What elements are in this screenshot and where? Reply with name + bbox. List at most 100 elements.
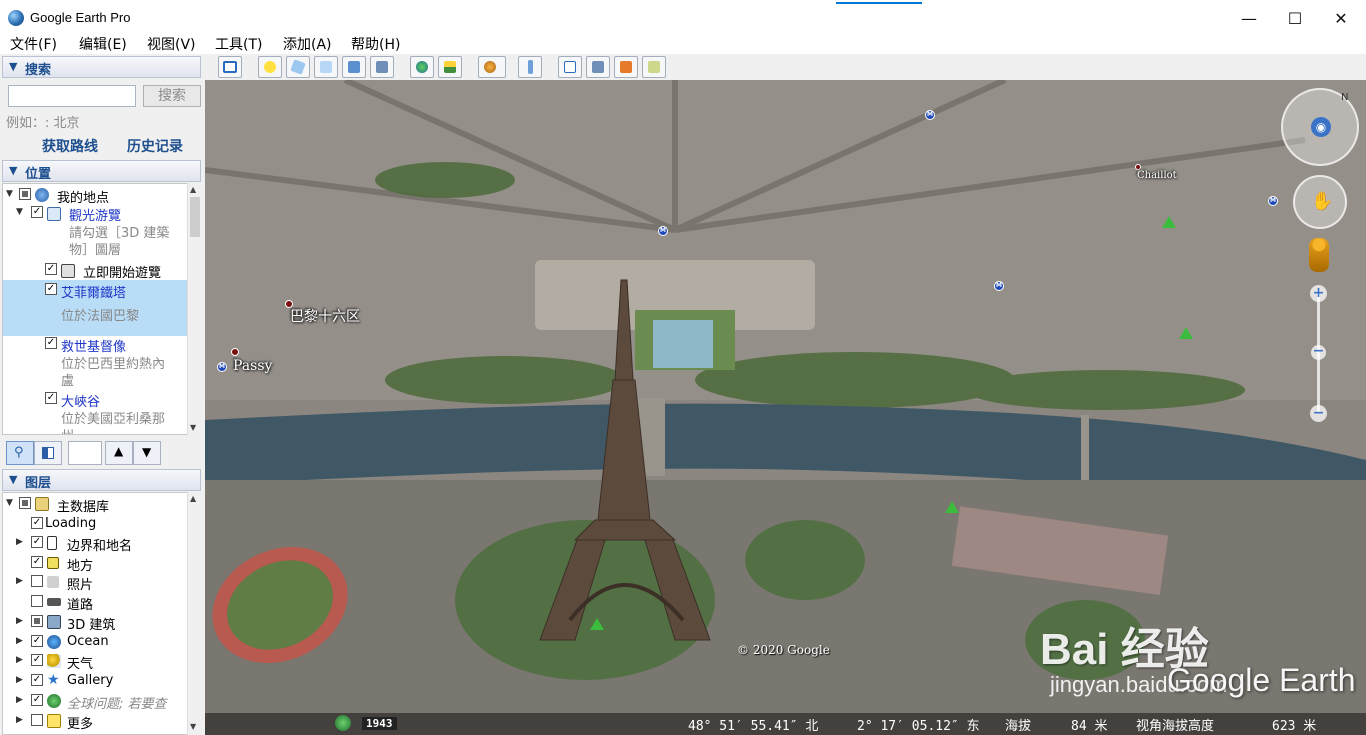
move-control[interactable]: ✋ <box>1293 175 1347 229</box>
maximize-button[interactable]: ☐ <box>1272 2 1318 34</box>
checkbox[interactable] <box>31 714 43 726</box>
add-image-overlay-button[interactable] <box>342 56 366 78</box>
menu-view[interactable]: 视图(V) <box>147 34 196 54</box>
places-scrollbar[interactable]: ▲ ▼ <box>187 183 201 435</box>
expand-arrow-icon[interactable]: ▶ <box>16 636 23 646</box>
expand-arrow-icon[interactable]: ▶ <box>16 655 23 665</box>
search-input[interactable] <box>8 85 136 107</box>
layer-more[interactable]: ▶ 更多 <box>3 712 187 732</box>
planets-button[interactable] <box>478 56 506 78</box>
toggle-panel-button[interactable] <box>34 441 62 465</box>
checkbox[interactable] <box>31 575 43 587</box>
expand-arrow-icon[interactable]: ▶ <box>16 616 23 626</box>
3d-model-marker-icon[interactable] <box>1179 327 1193 339</box>
scroll-down-icon[interactable]: ▼ <box>190 722 196 731</box>
scroll-down-icon[interactable]: ▼ <box>190 423 196 432</box>
zoom-in-button[interactable]: + <box>1310 285 1327 302</box>
earth-3d-view[interactable]: 巴黎十六区 M Passy Chaillot M M M M © 2020 Go… <box>205 80 1366 735</box>
expand-arrow-icon[interactable]: ▶ <box>16 695 23 705</box>
layer-loading[interactable]: ✓ Loading <box>3 515 187 534</box>
checkbox[interactable] <box>19 188 31 200</box>
sidebar-toggle-button[interactable] <box>218 56 242 78</box>
move-down-button[interactable]: ▼ <box>133 441 161 465</box>
tree-item-start-tour[interactable]: ✓ 立即開始遊覽 <box>3 261 187 281</box>
collapse-arrow-icon[interactable]: ▼ <box>6 189 13 199</box>
menu-add[interactable]: 添加(A) <box>283 34 332 54</box>
email-button[interactable] <box>558 56 582 78</box>
checkbox[interactable]: ✓ <box>31 674 43 686</box>
checkbox[interactable]: ✓ <box>31 517 43 529</box>
layer-photos[interactable]: ▶ 照片 <box>3 573 187 593</box>
tree-item-grand-canyon[interactable]: ✓ 大峽谷 <box>3 390 187 410</box>
layers-scrollbar[interactable]: ▲ ▼ <box>187 492 201 735</box>
checkbox[interactable]: ✓ <box>45 392 57 404</box>
collapse-arrow-icon[interactable]: ▼ <box>16 207 23 217</box>
tree-item-eiffel[interactable]: ✓ 艾菲爾鐵塔 <box>3 281 187 301</box>
move-up-button[interactable]: ▲ <box>105 441 133 465</box>
zoom-slider-thumb[interactable]: − <box>1311 344 1326 360</box>
get-directions-link[interactable]: 获取路线 <box>42 136 98 156</box>
places-panel-header[interactable]: ▼ 位置 <box>2 160 201 182</box>
close-button[interactable]: ✕ <box>1318 2 1364 34</box>
minimize-button[interactable]: — <box>1226 2 1272 34</box>
placemark-passy[interactable] <box>231 348 239 356</box>
checkbox[interactable]: ✓ <box>31 206 43 218</box>
record-tour-button[interactable] <box>370 56 394 78</box>
3d-model-marker-icon[interactable] <box>1162 216 1176 228</box>
checkbox[interactable] <box>31 595 43 607</box>
menu-file[interactable]: 文件(F) <box>10 34 57 54</box>
3d-model-marker-icon[interactable] <box>945 501 959 513</box>
zoom-out-button[interactable]: − <box>1310 405 1327 422</box>
layer-borders[interactable]: ▶ ✓ 边界和地名 <box>3 534 187 554</box>
layer-roads[interactable]: 道路 <box>3 593 187 613</box>
layers-panel-header[interactable]: ▼ 图层 <box>2 469 201 491</box>
ruler-button[interactable] <box>518 56 542 78</box>
checkbox[interactable]: ✓ <box>31 556 43 568</box>
search-button[interactable]: 搜索 <box>143 85 201 107</box>
checkbox[interactable] <box>31 615 43 627</box>
historical-imagery-button[interactable] <box>410 56 434 78</box>
view-in-maps-button[interactable] <box>642 56 666 78</box>
expand-arrow-icon[interactable]: ▶ <box>16 576 23 586</box>
scroll-up-icon[interactable]: ▲ <box>190 185 196 194</box>
expand-arrow-icon[interactable]: ▶ <box>16 675 23 685</box>
add-polygon-button[interactable] <box>286 56 310 78</box>
search-panel-header[interactable]: ▼ 搜索 <box>2 56 201 78</box>
north-compass-icon[interactable]: N <box>1341 92 1348 103</box>
checkbox[interactable]: ✓ <box>45 263 57 275</box>
checkbox[interactable] <box>19 497 31 509</box>
street-view-pegman-icon[interactable] <box>1309 238 1329 272</box>
menu-help[interactable]: 帮助(H) <box>351 34 400 54</box>
3d-model-marker-icon[interactable] <box>590 618 604 630</box>
checkbox[interactable]: ✓ <box>45 283 57 295</box>
tree-item-my-places[interactable]: ▼ 我的地点 <box>3 186 187 206</box>
tree-item-christ[interactable]: ✓ 救世基督像 <box>3 335 187 355</box>
layer-ocean[interactable]: ▶ ✓ Ocean <box>3 633 187 652</box>
layer-gallery[interactable]: ▶ ✓ ★ Gallery <box>3 672 187 691</box>
checkbox[interactable]: ✓ <box>31 635 43 647</box>
scroll-up-icon[interactable]: ▲ <box>190 494 196 503</box>
checkbox[interactable]: ✓ <box>31 536 43 548</box>
expand-arrow-icon[interactable]: ▶ <box>16 715 23 725</box>
add-placemark-button[interactable] <box>258 56 282 78</box>
layer-places[interactable]: ✓ 地方 <box>3 554 187 574</box>
scroll-thumb[interactable] <box>190 197 200 237</box>
print-button[interactable] <box>586 56 610 78</box>
tree-item-sightseeing[interactable]: ▼ ✓ 觀光游覽 <box>3 204 187 224</box>
checkbox[interactable]: ✓ <box>45 337 57 349</box>
expand-arrow-icon[interactable]: ▶ <box>16 537 23 547</box>
menu-edit[interactable]: 编辑(E) <box>79 34 127 54</box>
history-link[interactable]: 历史记录 <box>127 136 183 156</box>
layer-global-awareness[interactable]: ▶ ✓ 全球问题; 若要查 <box>3 692 187 712</box>
save-image-button[interactable] <box>614 56 638 78</box>
collapse-arrow-icon[interactable]: ▼ <box>6 498 13 508</box>
checkbox[interactable]: ✓ <box>31 694 43 706</box>
add-path-button[interactable] <box>314 56 338 78</box>
layer-primary-db[interactable]: ▼ 主数据库 <box>3 495 187 515</box>
layer-3d-buildings[interactable]: ▶ 3D 建筑 <box>3 613 187 633</box>
sunlight-button[interactable] <box>438 56 462 78</box>
look-control[interactable]: ◉ N <box>1281 88 1359 166</box>
layer-weather[interactable]: ▶ ✓ 天气 <box>3 652 187 672</box>
historical-imagery-icon[interactable] <box>335 715 351 731</box>
menu-tools[interactable]: 工具(T) <box>215 34 262 54</box>
